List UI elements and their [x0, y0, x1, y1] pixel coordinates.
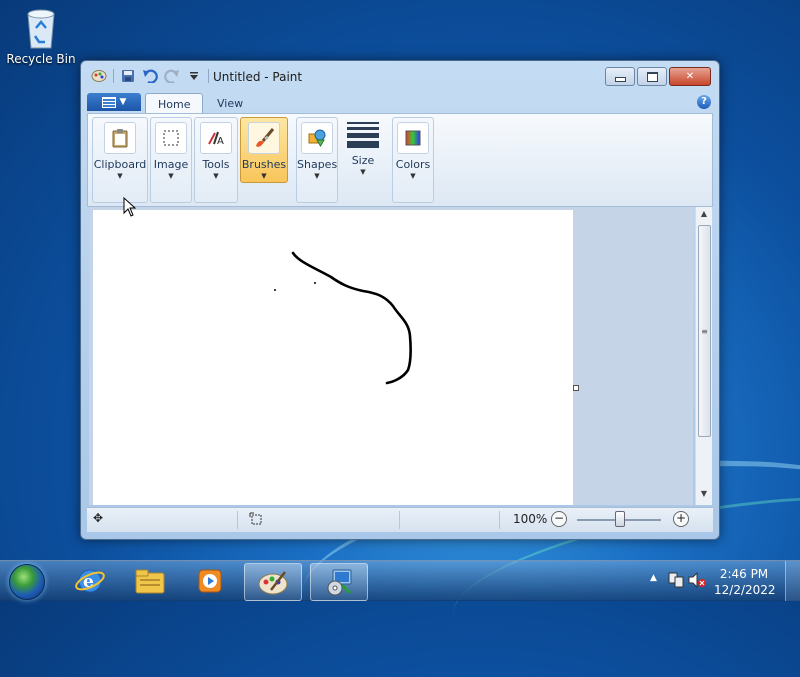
- menu-icon: [101, 96, 116, 108]
- clipboard-label: Clipboard: [93, 158, 147, 171]
- show-desktop-button[interactable]: [785, 561, 800, 601]
- minimize-button[interactable]: [605, 67, 635, 86]
- clock-time: 2:46 PM: [719, 567, 769, 581]
- paint-window: Untitled - Paint ✕ ▼ Home View ? Clipboa…: [80, 60, 720, 540]
- start-button[interactable]: [4, 562, 50, 600]
- help-icon[interactable]: ?: [697, 95, 711, 109]
- image-group[interactable]: Image ▼: [150, 117, 192, 203]
- drawing-canvas[interactable]: [93, 210, 573, 505]
- mouse-cursor-icon: [123, 197, 137, 217]
- chevron-down-icon: ▼: [410, 172, 416, 180]
- clipboard-group[interactable]: Clipboard ▼: [92, 117, 148, 203]
- clock-date: 12/2/2022: [714, 583, 776, 597]
- maximize-button[interactable]: [637, 67, 667, 86]
- tools-icon: A: [200, 122, 232, 154]
- selection-size-icon: [249, 512, 263, 529]
- paint-menu-button[interactable]: ▼: [87, 93, 141, 111]
- tools-group[interactable]: A Tools ▼: [194, 117, 238, 203]
- svg-text:A: A: [217, 136, 224, 147]
- zoom-slider-thumb[interactable]: [615, 511, 625, 527]
- system-tray: ▲ 2:46 PM 12/2/2022: [640, 561, 800, 601]
- size-label: Size: [351, 154, 375, 167]
- taskbar-media-player[interactable]: [182, 563, 238, 599]
- undo-icon[interactable]: [142, 68, 158, 84]
- clock[interactable]: 2:46 PM 12/2/2022: [714, 566, 776, 598]
- paint-app-icon[interactable]: [91, 68, 107, 84]
- customize-qat-icon[interactable]: [186, 68, 202, 84]
- zoom-level: 100%: [513, 512, 548, 526]
- chevron-down-icon: ▼: [117, 172, 123, 180]
- ribbon-tabs: ▼ Home View ?: [87, 91, 713, 114]
- zoom-in-button[interactable]: +: [673, 511, 689, 527]
- show-hidden-icons-icon[interactable]: ▲: [650, 573, 657, 583]
- media-player-icon: [198, 569, 222, 593]
- shapes-label: Shapes: [297, 158, 338, 171]
- size-group[interactable]: Size ▼: [340, 117, 386, 203]
- internet-explorer-icon: e: [75, 569, 105, 593]
- brushes-group[interactable]: Brushes ▼: [240, 117, 288, 183]
- colors-label: Colors: [395, 158, 431, 171]
- image-select-icon: [155, 122, 187, 154]
- recycle-bin[interactable]: Recycle Bin: [6, 6, 76, 66]
- clipboard-icon: [104, 122, 136, 154]
- cursor-position-icon: ✥: [93, 511, 104, 525]
- network-icon[interactable]: [668, 571, 684, 592]
- windows-logo-icon: [9, 564, 45, 600]
- installer-icon: [327, 569, 352, 596]
- window-title: Untitled - Paint: [213, 70, 303, 84]
- taskbar-internet-explorer[interactable]: e: [62, 563, 118, 599]
- close-icon: ✕: [685, 71, 695, 82]
- image-label: Image: [153, 158, 189, 171]
- chevron-down-icon: ▼: [119, 97, 127, 107]
- tab-view[interactable]: View: [205, 93, 255, 113]
- file-explorer-icon: [135, 569, 165, 594]
- minimize-icon: [614, 77, 626, 82]
- colors-group[interactable]: Colors ▼: [392, 117, 434, 203]
- chevron-down-icon: ▼: [213, 172, 219, 180]
- chevron-down-icon: ▼: [360, 168, 366, 176]
- shapes-group[interactable]: Shapes ▼: [296, 117, 338, 203]
- maximize-icon: [646, 71, 658, 82]
- save-icon[interactable]: [120, 68, 136, 84]
- taskbar-file-explorer[interactable]: [122, 563, 178, 599]
- scroll-down-icon[interactable]: ▼: [696, 489, 712, 503]
- taskbar-installer[interactable]: [310, 563, 368, 601]
- colors-icon: [397, 122, 429, 154]
- taskbar-paint[interactable]: [244, 563, 302, 601]
- close-button[interactable]: ✕: [669, 67, 711, 86]
- paint-icon: [258, 571, 288, 595]
- volume-muted-icon[interactable]: [688, 571, 706, 591]
- recycle-bin-icon: [24, 6, 58, 49]
- vertical-scrollbar[interactable]: ▲ ≡ ▼: [695, 207, 712, 505]
- chevron-down-icon: ▼: [261, 172, 267, 180]
- shapes-icon: [301, 122, 333, 154]
- scroll-up-icon[interactable]: ▲: [696, 209, 712, 223]
- status-bar: ✥ 100% − +: [87, 507, 713, 532]
- zoom-out-button[interactable]: −: [551, 511, 567, 527]
- size-icon: [347, 122, 379, 148]
- chevron-down-icon: ▼: [314, 172, 320, 180]
- title-bar: Untitled - Paint ✕: [81, 61, 719, 89]
- ribbon: Clipboard ▼ Image ▼ A Tools ▼ Brushes ▼: [87, 113, 713, 207]
- recycle-bin-label: Recycle Bin: [6, 52, 76, 66]
- brush-icon: [248, 122, 280, 154]
- canvas-resize-handle[interactable]: [573, 385, 579, 391]
- chevron-down-icon: ▼: [168, 172, 174, 180]
- redo-icon[interactable]: [164, 68, 180, 84]
- drawing-strokes: [274, 251, 412, 385]
- tab-home[interactable]: Home: [145, 93, 204, 114]
- quick-access-toolbar: [91, 68, 209, 84]
- taskbar: e ▲ 2:46 PM 12/2/2022: [0, 560, 800, 601]
- canvas-area: [89, 207, 693, 505]
- scroll-thumb[interactable]: ≡: [698, 225, 711, 437]
- brushes-label: Brushes: [241, 158, 287, 171]
- tools-label: Tools: [202, 158, 230, 171]
